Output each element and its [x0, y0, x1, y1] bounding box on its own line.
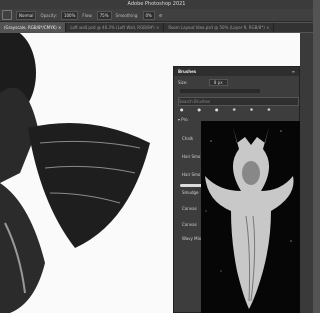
mode-select[interactable]: Normal	[16, 10, 37, 20]
chevron-down-icon: ▾	[178, 117, 181, 122]
size-label: Size:	[178, 80, 188, 85]
brush-name: Hair Smo	[182, 172, 201, 177]
smoothing-field[interactable]: 0%	[142, 10, 155, 20]
flow-field[interactable]: 75%	[96, 10, 112, 20]
brush-tip-icon[interactable]: ●	[215, 107, 219, 112]
panel-menu-icon[interactable]: ≡	[292, 69, 295, 74]
brush-name: Wavy Mix	[182, 236, 202, 241]
brush-tip-icon[interactable]: ●	[198, 107, 202, 112]
brush-preset-row: ● ● ● ✱ ✱ ✱	[180, 107, 271, 112]
folder-label: Pro	[181, 117, 188, 122]
opacity-label: Opacity:	[40, 12, 57, 18]
brush-tip-icon[interactable]: ●	[180, 107, 184, 112]
brushes-panel-header: Brushes ≡	[174, 67, 299, 76]
size-field[interactable]: 8 px	[208, 79, 228, 86]
right-panel-strip	[300, 33, 313, 313]
brush-tip-icon[interactable]: ✱	[233, 107, 236, 112]
brush-tool-icon[interactable]	[2, 10, 12, 20]
tab-document-1[interactable]: (Grayscale, RGB/8*/CMYK) ×	[0, 23, 67, 32]
document-tabs: (Grayscale, RGB/8*/CMYK) × Loft wall.psd…	[0, 23, 313, 32]
brush-tip-icon[interactable]: ✱	[267, 107, 270, 112]
brush-name: Chalk	[182, 136, 194, 141]
sea-angel-image	[205, 127, 294, 309]
opacity-field[interactable]: 100%	[60, 10, 79, 20]
brush-name: Smudge	[182, 190, 199, 195]
size-row: Size: 8 px	[178, 79, 228, 86]
size-slider[interactable]	[180, 89, 260, 93]
brush-name: Canvas	[182, 206, 197, 211]
brush-name: Hair Smo	[182, 154, 201, 159]
search-brushes-input[interactable]: Search Brushes	[178, 97, 299, 106]
brush-tip-icon[interactable]: ✱	[250, 107, 253, 112]
tab-room-layout[interactable]: Room Layout Idea.psd @ 50% (Layer 9, RGB…	[164, 23, 275, 32]
options-bar: Normal Opacity: 100% Flow: 75% Smoothing…	[0, 9, 313, 22]
window-title: Adobe Photoshop 2021	[0, 0, 313, 9]
folder-pro[interactable]: ▾ Pro	[178, 117, 188, 122]
smoothing-label: Smoothing:	[115, 12, 139, 18]
flow-label: Flow:	[82, 12, 93, 18]
brushes-panel-title: Brushes	[178, 69, 197, 74]
brush-name: Canvas	[182, 222, 197, 227]
tab-loft-wall[interactable]: Loft wall.psd @ 46.3% (Loft Wall, RGB/8#…	[66, 23, 165, 32]
gear-icon[interactable]: ⚙	[159, 13, 163, 18]
preview-image	[201, 121, 300, 313]
